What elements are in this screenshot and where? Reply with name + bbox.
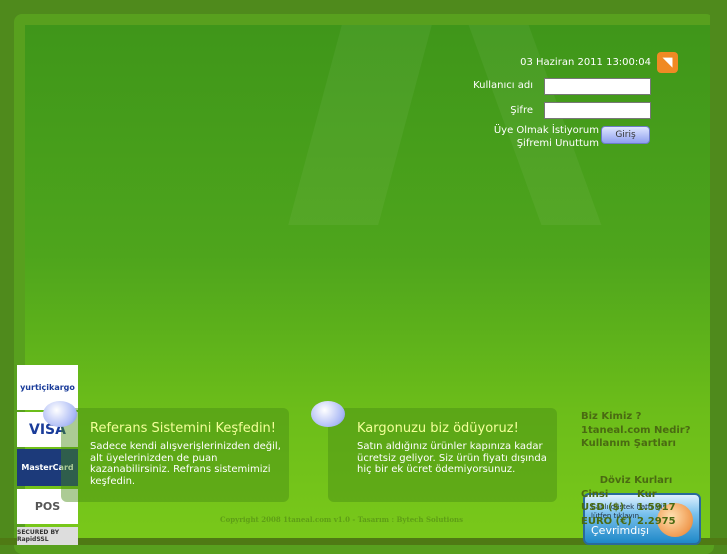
currency-name: USD ($): [581, 502, 625, 513]
promo-text: Satın aldığınız ürünler kapınıza kadar ü…: [357, 441, 547, 475]
currency-name: EURO (€): [581, 515, 632, 527]
rss-icon[interactable]: ◥: [657, 52, 678, 73]
promo-referral: Referans Sistemini Keşfedin! Sadece kend…: [61, 408, 289, 502]
right-edge: [710, 0, 727, 545]
currency-table: Döviz Kurları Cinsi Kur USD ($) 1.5917 EUR…: [581, 474, 691, 528]
promo-shipping: Kargonuzu biz ödüyoruz! Satın aldığınız …: [328, 408, 557, 502]
currency-rate: 1.5917: [637, 502, 676, 513]
password-input[interactable]: [544, 102, 651, 119]
speech-bubble-icon: [311, 401, 345, 427]
username-label: Kullanıcı adı: [473, 80, 533, 91]
promo-text: Sadece kendi alışverişlerinizden değil, …: [90, 441, 281, 487]
link-terms[interactable]: Kullanım Şartları: [581, 437, 691, 451]
forgot-password-link[interactable]: Şifremi Unuttum: [460, 138, 599, 149]
promo-title: Kargonuzu biz ödüyoruz!: [357, 421, 519, 436]
promo-title: Referans Sistemini Keşfedin!: [90, 421, 277, 436]
currency-title: Döviz Kurları: [599, 475, 673, 486]
link-about[interactable]: Biz Kimiz ?: [581, 410, 691, 424]
username-input[interactable]: [544, 78, 651, 95]
rapidssl-logo: SECURED BY RapidSSL: [17, 527, 78, 545]
speech-bubble-icon: [43, 401, 77, 427]
currency-col-type: Cinsi: [581, 488, 609, 500]
register-link[interactable]: Üye Olmak İstiyorum: [460, 125, 599, 136]
currency-col-rate: Kur: [637, 488, 657, 500]
password-label: Şifre: [510, 105, 533, 116]
date-time: 03 Haziran 2011 13:00:04: [520, 57, 651, 68]
login-button[interactable]: Giriş: [601, 126, 650, 144]
copyright: Copyright 2008 1taneal.com v1.0 - Tasarı…: [220, 515, 464, 524]
link-what-is[interactable]: 1taneal.com Nedir?: [581, 424, 691, 438]
currency-rate: 2.2975: [637, 515, 676, 527]
